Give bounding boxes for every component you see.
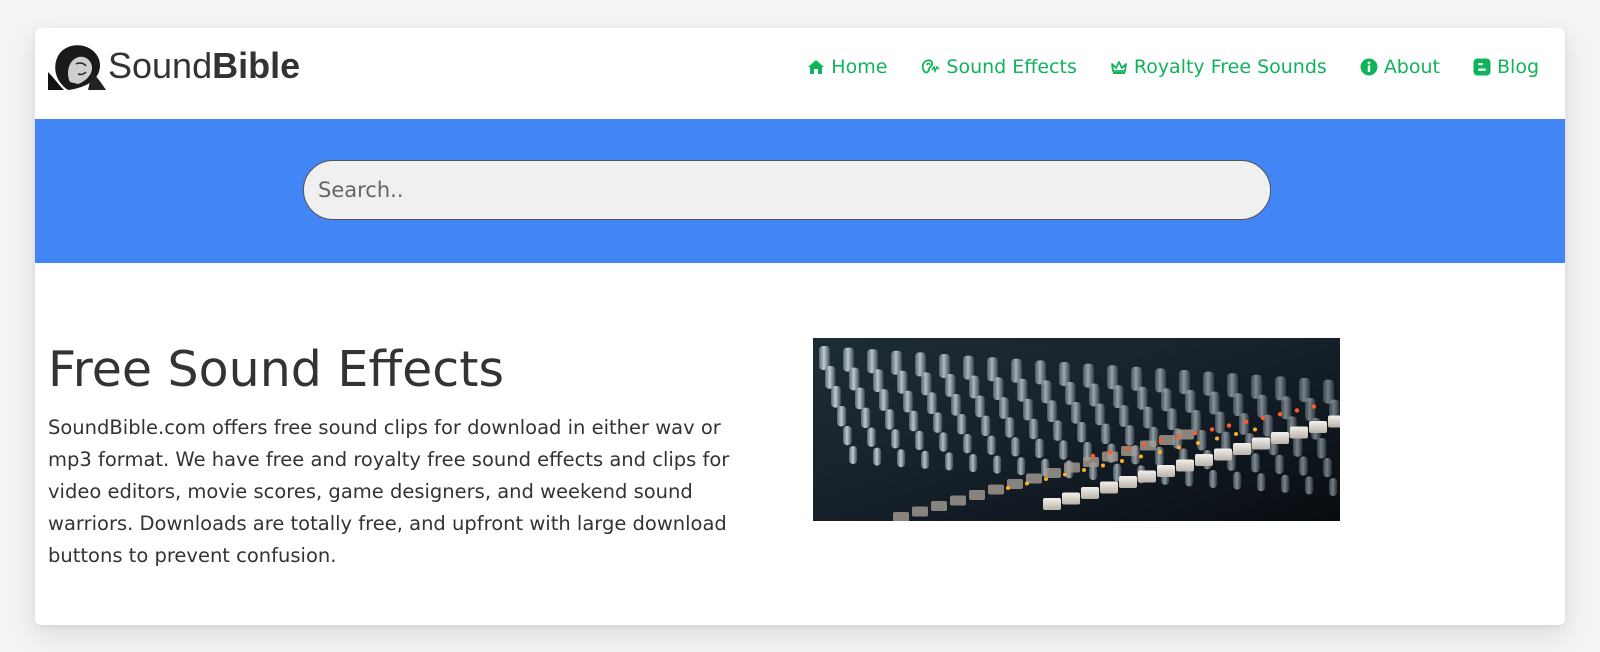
mixing-console-image [813, 338, 1340, 521]
nav-item-label: Sound Effects [946, 56, 1077, 78]
logo-text-light: Sound [108, 45, 213, 86]
nav-item-about[interactable]: About [1360, 56, 1440, 78]
site-header: SoundBible Home Sound Effects Royalty Fr… [35, 28, 1565, 119]
page-title: Free Sound Effects [48, 341, 504, 398]
logo-text-bold: Bible [212, 45, 301, 86]
blogger-icon [1473, 58, 1491, 76]
nav-item-sound-effects[interactable]: Sound Effects [920, 56, 1077, 78]
nav-item-label: About [1383, 56, 1440, 78]
nav-item-home[interactable]: Home [807, 56, 887, 78]
main-nav: Home Sound Effects Royalty Free Sounds A… [774, 56, 1539, 78]
info-icon [1360, 58, 1378, 76]
logo-portrait-image [48, 42, 106, 90]
ear-icon [922, 59, 940, 74]
search-input[interactable] [303, 160, 1271, 220]
intro-paragraph: SoundBible.com offers free sound clips f… [48, 416, 730, 567]
site-logo[interactable]: SoundBible [48, 42, 300, 90]
nav-item-label: Blog [1497, 56, 1539, 78]
home-icon [808, 60, 825, 74]
nav-item-blog[interactable]: Blog [1473, 56, 1539, 78]
nav-item-label: Home [831, 56, 888, 78]
crown-icon [1110, 61, 1127, 74]
page-container: SoundBible Home Sound Effects Royalty Fr… [35, 28, 1565, 625]
search-banner [35, 119, 1565, 263]
nav-item-label: Royalty Free Sounds [1133, 56, 1327, 78]
nav-item-royalty-free-sounds[interactable]: Royalty Free Sounds [1110, 56, 1327, 78]
logo-text: SoundBible [108, 45, 300, 87]
